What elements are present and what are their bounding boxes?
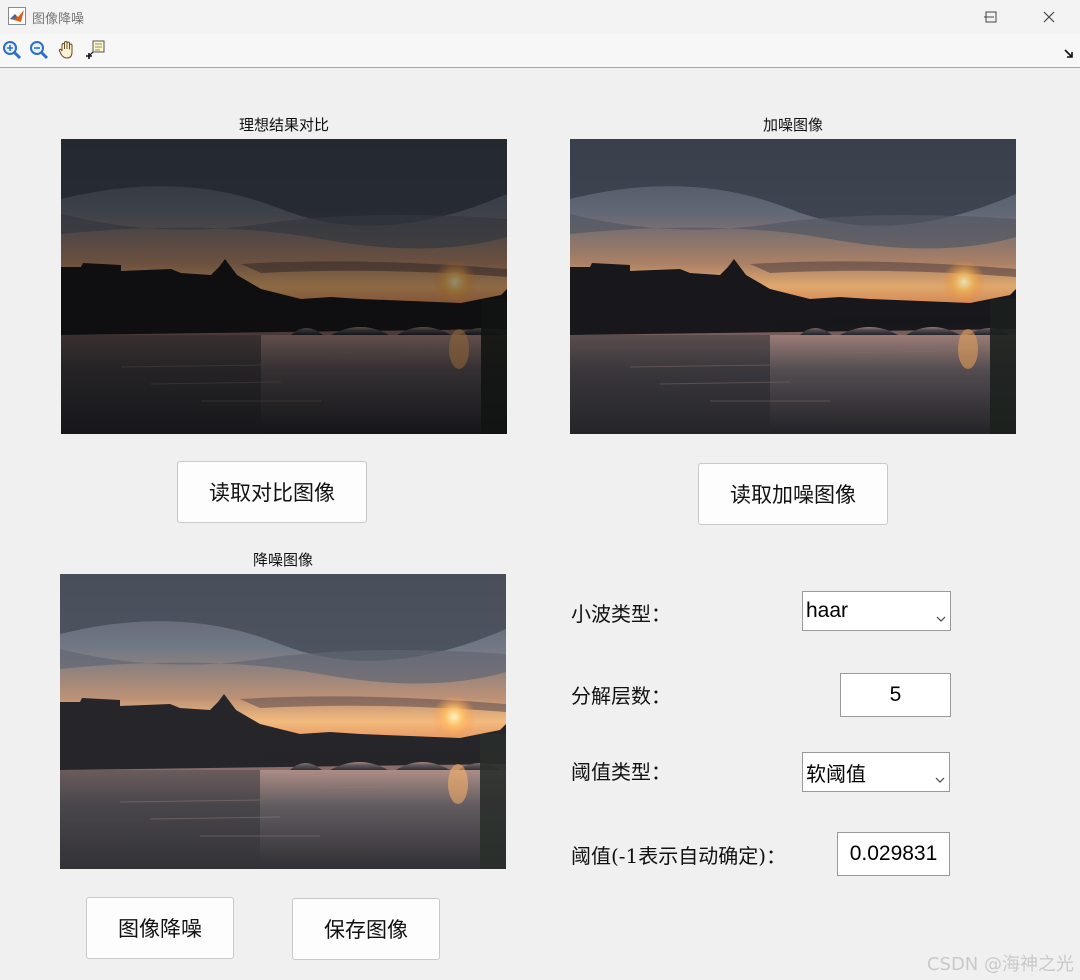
- chevron-down-icon: [935, 766, 945, 790]
- load-reference-button[interactable]: 读取对比图像: [177, 461, 367, 523]
- threshold-type-label: 阈值类型：: [571, 760, 671, 784]
- title-bar: 图像降噪: [0, 0, 1080, 34]
- data-cursor-button[interactable]: [84, 39, 106, 61]
- watermark: CSDN @海神之光: [926, 954, 1074, 975]
- pan-button[interactable]: [56, 39, 78, 61]
- load-noisy-button[interactable]: 读取加噪图像: [698, 463, 888, 525]
- threshold-type-value: 软阈值: [806, 761, 866, 786]
- chevron-down-icon: [936, 605, 946, 629]
- maximize-icon: [985, 11, 997, 23]
- threshold-input[interactable]: 0.029831: [837, 832, 950, 876]
- threshold-label: 阈值(-1表示自动确定)：: [571, 844, 787, 868]
- wavelet-type-value: haar: [806, 599, 849, 622]
- reference-image: [61, 139, 507, 434]
- denoised-title: 降噪图像: [252, 551, 313, 569]
- decomposition-levels-input[interactable]: 5: [840, 673, 951, 717]
- matlab-logo-icon: [8, 7, 26, 25]
- maximize-button[interactable]: [968, 0, 1014, 34]
- window-title: 图像降噪: [32, 12, 85, 27]
- zoom-out-icon: [30, 41, 49, 60]
- pan-hand-icon: [58, 40, 73, 59]
- noisy-title: 加噪图像: [762, 116, 823, 134]
- denoised-image: [60, 574, 506, 869]
- noisy-image: [570, 139, 1016, 434]
- threshold-type-select[interactable]: 软阈值: [802, 752, 950, 792]
- close-icon: [1043, 11, 1055, 23]
- denoise-button[interactable]: 图像降噪: [86, 897, 234, 959]
- reference-title: 理想结果对比: [238, 116, 329, 134]
- save-image-button[interactable]: 保存图像: [292, 898, 440, 960]
- zoom-out-button[interactable]: [28, 39, 50, 61]
- wavelet-type-select[interactable]: haar: [802, 591, 951, 631]
- wavelet-type-label: 小波类型：: [571, 602, 671, 626]
- dock-arrow-icon[interactable]: [1064, 44, 1074, 63]
- zoom-in-icon: [3, 41, 22, 60]
- decomposition-levels-label: 分解层数：: [571, 684, 671, 708]
- figure-toolbar: [0, 34, 1080, 68]
- zoom-in-button[interactable]: [1, 39, 23, 61]
- close-button[interactable]: [1026, 0, 1072, 34]
- data-cursor-icon: [86, 40, 105, 59]
